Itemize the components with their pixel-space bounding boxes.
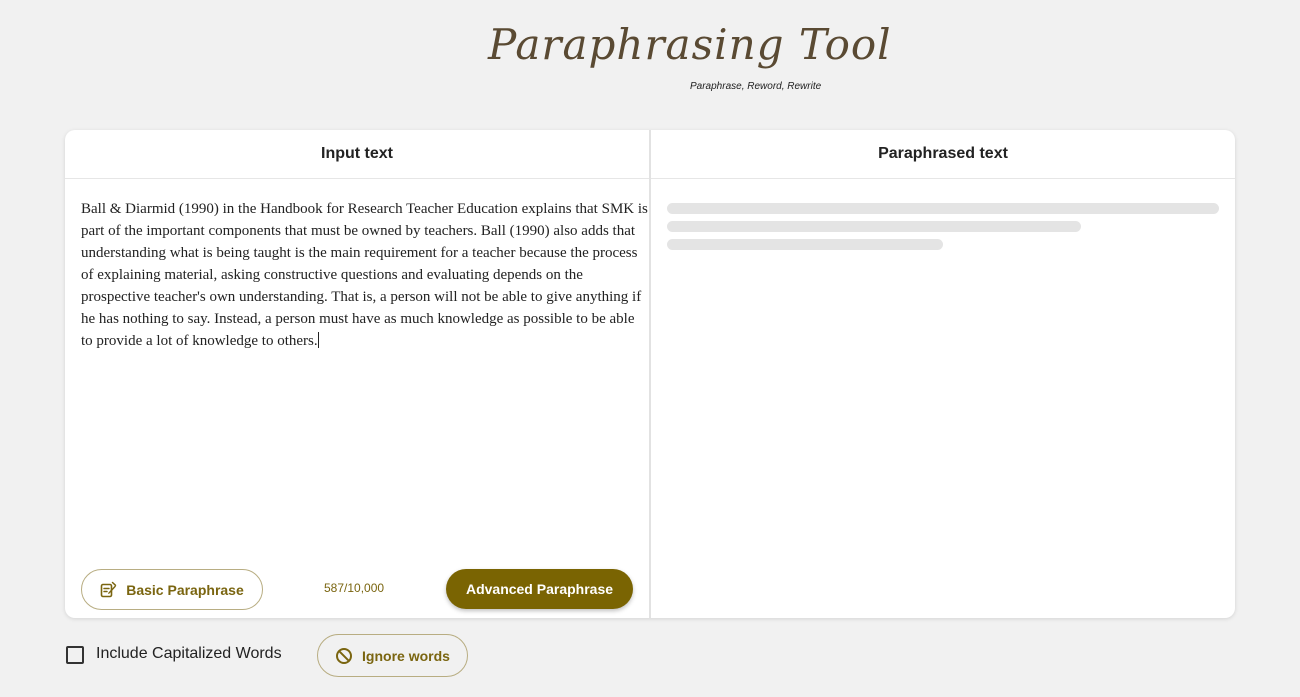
paraphrase-card: Input text Paraphrased text Ball & Diarm… xyxy=(65,130,1235,618)
logo-tagline: Paraphrase, Reword, Rewrite xyxy=(690,81,822,92)
output-skeleton-line-3 xyxy=(667,239,943,250)
include-capitalized-checkbox[interactable] xyxy=(66,646,84,664)
input-text-content: Ball & Diarmid (1990) in the Handbook fo… xyxy=(81,201,648,349)
ban-icon xyxy=(335,647,353,665)
text-caret xyxy=(317,332,319,348)
advanced-paraphrase-button[interactable]: Advanced Paraphrase xyxy=(446,569,633,609)
input-panel-header: Input text xyxy=(65,130,649,179)
input-textarea[interactable]: Ball & Diarmid (1990) in the Handbook fo… xyxy=(81,198,649,352)
output-skeleton-line-1 xyxy=(667,203,1219,214)
output-panel-header: Paraphrased text xyxy=(651,130,1235,179)
ignore-words-label: Ignore words xyxy=(362,647,450,664)
ignore-words-button[interactable]: Ignore words xyxy=(317,634,468,677)
character-count: 587/10,000 xyxy=(324,581,385,595)
panel-divider xyxy=(649,130,651,618)
paraphrase-pen-icon xyxy=(100,581,117,598)
basic-paraphrase-label: Basic Paraphrase xyxy=(126,581,244,598)
basic-paraphrase-button[interactable]: Basic Paraphrase xyxy=(81,569,263,610)
advanced-paraphrase-label: Advanced Paraphrase xyxy=(465,581,614,597)
logo-title: Paraphrasing Tool xyxy=(488,20,892,69)
include-capitalized-label[interactable]: Include Capitalized Words xyxy=(96,645,282,663)
app-logo: Paraphrasing Tool Paraphrase, Reword, Re… xyxy=(488,20,891,100)
output-skeleton-line-2 xyxy=(667,221,1081,232)
